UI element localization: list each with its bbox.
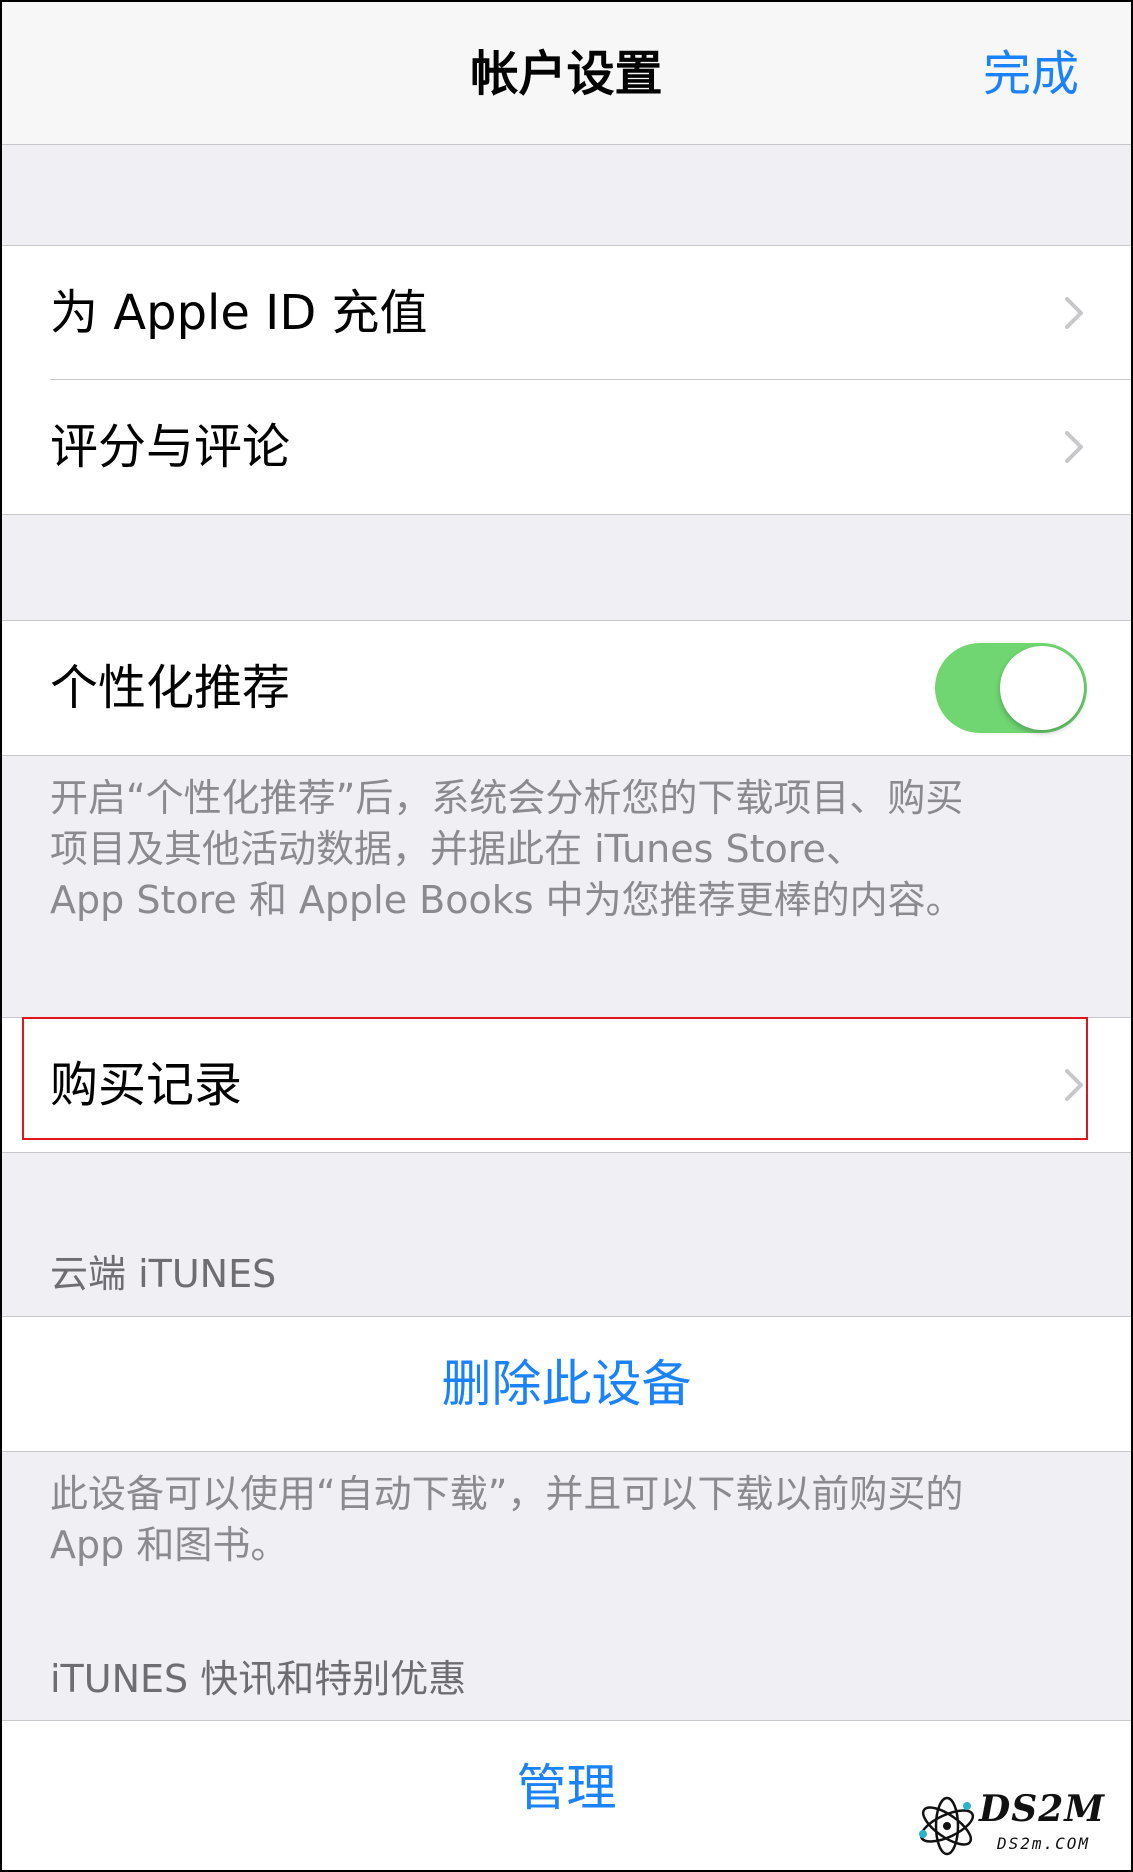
personalized-recommendations-label: 个性化推荐 xyxy=(50,660,291,716)
ratings-reviews-row[interactable]: 评分与评论 xyxy=(2,380,1131,514)
atom-logo-icon xyxy=(919,1796,975,1856)
personalized-recommendations-row: 个性化推荐 xyxy=(2,621,1131,755)
done-button[interactable]: 完成 xyxy=(983,44,1079,104)
chevron-right-icon xyxy=(1065,297,1083,329)
purchase-history-label: 购买记录 xyxy=(50,1057,243,1113)
top-up-apple-id-row[interactable]: 为 Apple ID 充值 xyxy=(2,246,1131,380)
personalized-recommendations-toggle[interactable] xyxy=(935,643,1087,733)
ratings-reviews-label: 评分与评论 xyxy=(50,419,291,475)
newsletters-header: iTUNES 快讯和特别优惠 xyxy=(50,1657,467,1701)
watermark-url-text: DS2m.COM xyxy=(997,1834,1091,1853)
page-title: 帐户设置 xyxy=(470,46,663,102)
navigation-bar: 帐户设置 完成 xyxy=(2,2,1131,145)
remove-device-button[interactable]: 删除此设备 xyxy=(2,1317,1131,1451)
footer-line: App Store 和 Apple Books 中为您推荐更棒的内容。 xyxy=(50,878,964,922)
ds2m-watermark: DS2M DS2m.COM xyxy=(915,1784,1125,1864)
footer-line: App 和图书。 xyxy=(50,1523,289,1567)
personalization-group: 个性化推荐 xyxy=(2,620,1131,756)
remove-device-row: 删除此设备 xyxy=(2,1317,1131,1451)
settings-screen: 帐户设置 完成 为 Apple ID 充值 评分与评论 个性化推荐 开启“个性化… xyxy=(0,0,1133,1872)
account-group: 为 Apple ID 充值 评分与评论 xyxy=(2,245,1131,515)
watermark-logo-text: DS2M xyxy=(979,1788,1106,1830)
toggle-knob xyxy=(1000,646,1084,730)
cloud-itunes-group: 删除此设备 xyxy=(2,1316,1131,1452)
chevron-right-icon xyxy=(1065,1069,1083,1101)
footer-line: 此设备可以使用“自动下载”，并且可以下载以前购买的 xyxy=(50,1472,964,1516)
personalization-footer: 开启“个性化推荐”后，系统会分析您的下载项目、购买 项目及其他活动数据，并据此在… xyxy=(50,773,1090,926)
cloud-itunes-header: 云端 iTUNES xyxy=(50,1252,277,1296)
purchase-history-group: 购买记录 xyxy=(2,1017,1131,1153)
footer-line: 开启“个性化推荐”后，系统会分析您的下载项目、购买 xyxy=(50,776,964,820)
purchase-history-row[interactable]: 购买记录 xyxy=(2,1018,1131,1152)
top-up-apple-id-label: 为 Apple ID 充值 xyxy=(50,285,428,341)
cloud-itunes-footer: 此设备可以使用“自动下载”，并且可以下载以前购买的 App 和图书。 xyxy=(50,1469,1090,1571)
footer-line: 项目及其他活动数据，并据此在 iTunes Store、 xyxy=(50,827,864,871)
chevron-right-icon xyxy=(1065,431,1083,463)
